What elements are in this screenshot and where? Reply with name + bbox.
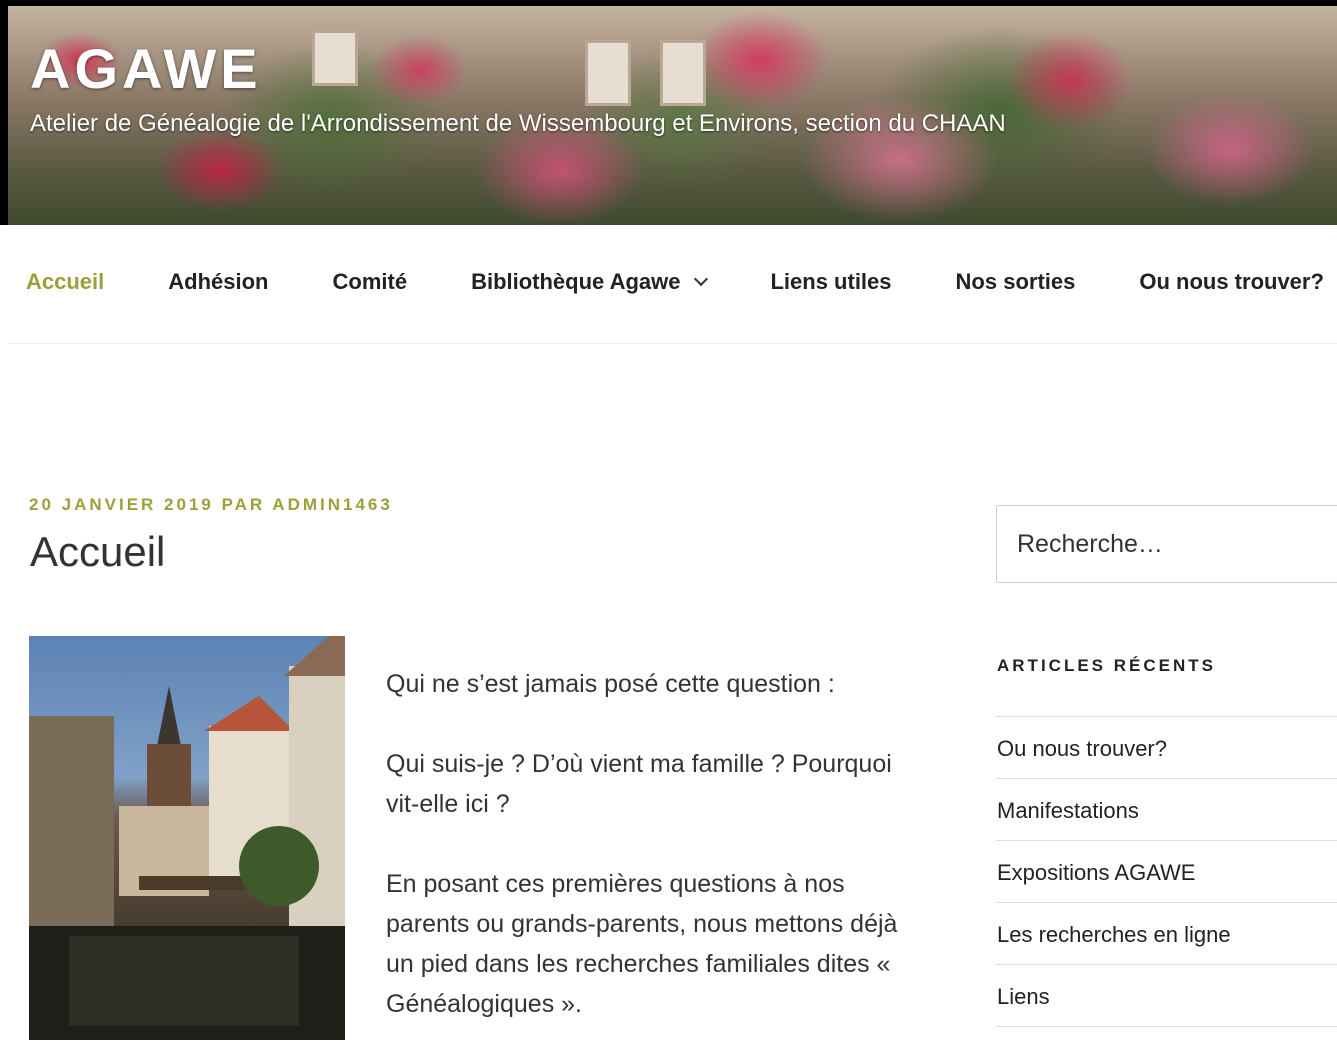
site-description: Atelier de Généalogie de l'Arrondissemen…: [30, 110, 1006, 137]
recent-articles-list: Ou nous trouver? Manifestations Expositi…: [996, 716, 1337, 1027]
banner-window: [585, 40, 631, 106]
nav-item-bibliotheque-label: Bibliothèque Agawe: [471, 269, 681, 294]
nav-item-ou-nous-trouver[interactable]: Ou nous trouver?: [1139, 269, 1324, 295]
post-meta[interactable]: 20 janvier 2019 par admin1463: [29, 495, 393, 515]
post-paragraph: Qui suis-je ? D’où vient ma famille ? Po…: [386, 750, 892, 818]
recent-article-link[interactable]: Expositions AGAWE: [996, 841, 1337, 903]
town-canal-illustration: [29, 636, 345, 1040]
nav-item-nos-sorties[interactable]: Nos sorties: [956, 269, 1076, 295]
chevron-down-icon[interactable]: [694, 271, 709, 287]
post-paragraph: Qui ne s’est jamais posé cette question …: [386, 670, 835, 698]
header-banner: AGAWE Atelier de Généalogie de l'Arrondi…: [0, 0, 1337, 225]
post-paragraph: En posant ces premières questions à nos …: [386, 870, 898, 1018]
main-navigation: Accueil Adhésion Comité Bibliothèque Aga…: [8, 225, 1337, 344]
frame-edge: [0, 0, 8, 225]
town-canal-photo: [29, 636, 345, 1040]
search-input[interactable]: Recherche…: [996, 505, 1337, 583]
banner-window: [660, 40, 706, 106]
page-title: Accueil: [30, 528, 166, 575]
frame-edge: [0, 0, 1337, 6]
recent-article-link[interactable]: Les recherches en ligne: [996, 903, 1337, 965]
post-content: Qui ne s’est jamais posé cette question …: [386, 664, 926, 1064]
recent-article-link[interactable]: Liens: [996, 965, 1337, 1027]
site-title[interactable]: AGAWE: [30, 36, 262, 101]
recent-article-link[interactable]: Manifestations: [996, 779, 1337, 841]
nav-item-comite[interactable]: Comité: [333, 269, 408, 295]
nav-item-adhesion[interactable]: Adhésion: [168, 269, 268, 295]
nav-item-bibliotheque[interactable]: Bibliothèque Agawe: [471, 269, 709, 295]
recent-article-link[interactable]: Ou nous trouver?: [996, 717, 1337, 779]
nav-item-accueil[interactable]: Accueil: [26, 269, 104, 295]
banner-window: [312, 30, 358, 86]
recent-articles-title: Articles récents: [997, 656, 1216, 675]
nav-item-liens-utiles[interactable]: Liens utiles: [770, 269, 891, 295]
